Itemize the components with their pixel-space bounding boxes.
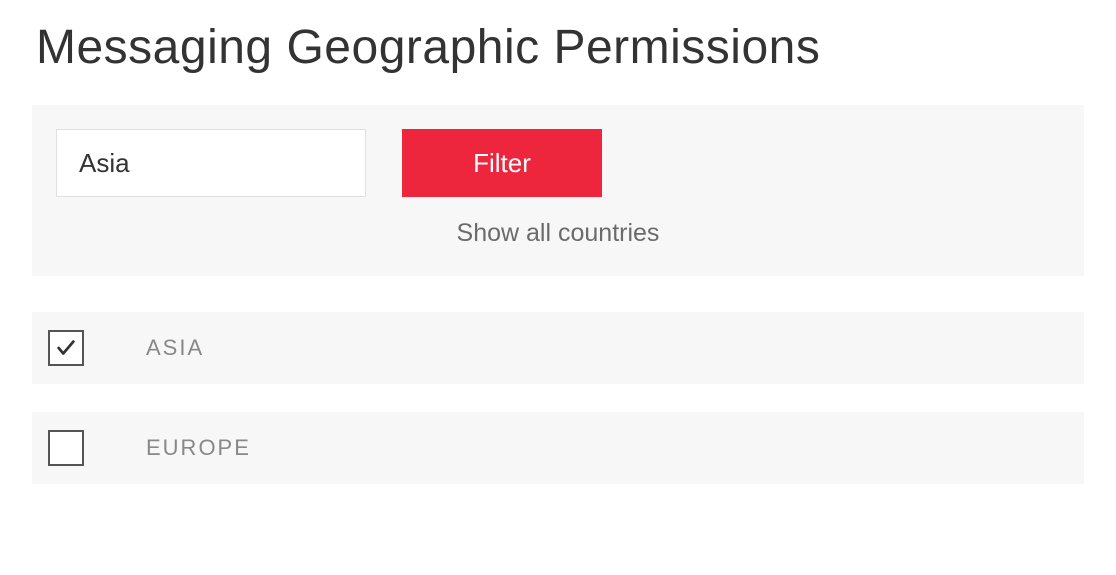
region-row-asia: ASIA [32,312,1084,384]
filter-panel: Filter Show all countries [32,105,1084,276]
region-row-europe: EUROPE [32,412,1084,484]
checkbox-asia[interactable] [48,330,84,366]
checkbox-europe[interactable] [48,430,84,466]
filter-button[interactable]: Filter [402,129,602,197]
checkmark-icon [55,337,77,359]
show-all-countries-link[interactable]: Show all countries [56,219,1060,248]
region-label: EUROPE [146,435,251,461]
page-title: Messaging Geographic Permissions [36,20,1116,75]
region-label: ASIA [146,335,204,361]
filter-row: Filter [56,129,1060,197]
filter-input[interactable] [56,129,366,197]
